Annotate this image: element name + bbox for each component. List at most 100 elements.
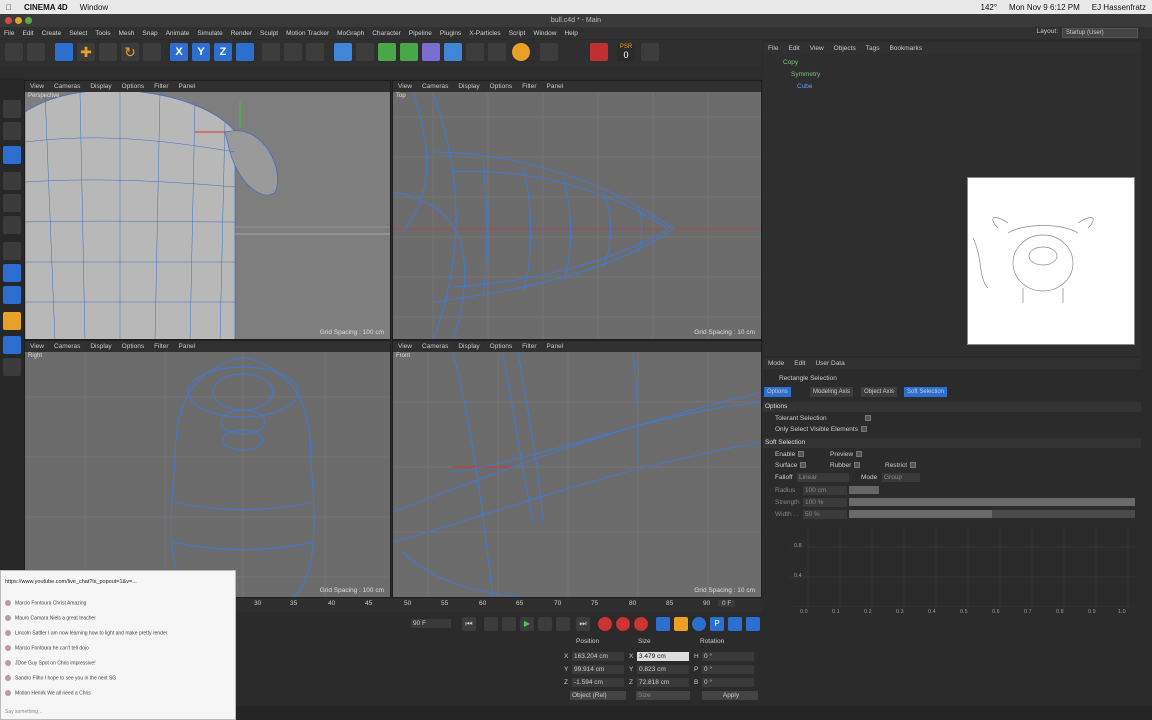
z-axis-lock-button[interactable]: Z — [214, 43, 232, 61]
vp-menu-display[interactable]: Display — [453, 83, 484, 90]
pos-x-field[interactable]: 163.204 cm — [572, 652, 624, 661]
snap-icon[interactable] — [3, 286, 21, 304]
viewport-right[interactable]: View Cameras Display Options Filter Pane… — [24, 340, 391, 598]
layout-select[interactable]: Startup (User) — [1062, 28, 1138, 38]
vp-menu-view[interactable]: View — [393, 343, 417, 350]
cube-icon[interactable] — [334, 43, 352, 61]
menu-mograph[interactable]: MoGraph — [333, 30, 368, 37]
subdivision-icon[interactable] — [378, 43, 396, 61]
vp-menu-display[interactable]: Display — [85, 83, 116, 90]
strength-slider-track[interactable] — [849, 498, 1135, 506]
radius-slider[interactable] — [849, 486, 879, 494]
vp-menu-cameras[interactable]: Cameras — [417, 83, 453, 90]
xparticles-icon[interactable] — [590, 43, 608, 61]
end-frame-field[interactable]: 90 F — [411, 619, 451, 628]
vp-menu-options[interactable]: Options — [117, 83, 149, 90]
workplane-icon[interactable] — [3, 312, 21, 330]
axis-planes-icon[interactable] — [3, 358, 21, 376]
keyframe-selection-icon[interactable] — [634, 617, 648, 631]
enable-checkbox[interactable] — [798, 451, 805, 458]
menu-character[interactable]: Character — [368, 30, 405, 37]
vp-menu-cameras[interactable]: Cameras — [49, 83, 85, 90]
viewport-front[interactable]: View Cameras Display Options Filter Pane… — [392, 340, 762, 598]
rot-h-field[interactable]: 0 ° — [702, 652, 754, 661]
menu-motion-tracker[interactable]: Motion Tracker — [282, 30, 333, 37]
close-window-button[interactable] — [5, 17, 12, 24]
vp-menu-cameras[interactable]: Cameras — [417, 343, 453, 350]
vp-menu-panel[interactable]: Panel — [174, 343, 201, 350]
obj-menu-file[interactable]: File — [763, 45, 783, 52]
surface-checkbox[interactable] — [800, 462, 807, 469]
play-icon[interactable]: ▶ — [520, 617, 534, 631]
deformer-icon[interactable] — [422, 43, 440, 61]
menu-mesh[interactable]: Mesh — [114, 30, 138, 37]
coordinate-system-icon[interactable] — [236, 43, 254, 61]
pos-z-field[interactable]: -1.594 cm — [572, 678, 624, 687]
x-axis-lock-button[interactable]: X — [170, 43, 188, 61]
record-keys-icon[interactable] — [598, 617, 612, 631]
render-view-icon[interactable] — [262, 43, 280, 61]
viewport-perspective[interactable]: View Cameras Display Options Filter Pane… — [24, 80, 391, 340]
render-settings-icon[interactable] — [306, 43, 324, 61]
obj-menu-edit[interactable]: Edit — [783, 45, 804, 52]
pen-spline-icon[interactable] — [356, 43, 374, 61]
visible-only-checkbox[interactable] — [860, 426, 867, 433]
timeline-menu-icon[interactable] — [746, 617, 760, 631]
previous-key-icon[interactable] — [484, 617, 498, 631]
vp-menu-filter[interactable]: Filter — [517, 343, 541, 350]
next-frame-icon[interactable] — [538, 617, 552, 631]
chat-url-bar[interactable]: https://www.youtube.com/live_chat?is_pop… — [5, 579, 137, 585]
vp-menu-options[interactable]: Options — [117, 343, 149, 350]
tab-options[interactable]: Options — [764, 387, 791, 397]
render-picture-viewer-icon[interactable] — [284, 43, 302, 61]
menu-edit[interactable]: Edit — [18, 30, 37, 37]
rubber-checkbox[interactable] — [854, 462, 861, 469]
size-mode-select[interactable]: Size — [636, 691, 690, 700]
timer-icon[interactable] — [641, 43, 659, 61]
undo-icon[interactable] — [5, 43, 23, 61]
recent-tools-icon[interactable] — [143, 43, 161, 61]
tab-modeling-axis[interactable]: Modeling Axis — [810, 387, 854, 397]
object-row-copy[interactable]: Copy — [783, 57, 798, 68]
key-parameter-icon[interactable]: P — [710, 617, 724, 631]
tolerant-selection-checkbox[interactable] — [864, 415, 871, 422]
plugin-s-icon[interactable] — [512, 43, 530, 61]
vp-menu-options[interactable]: Options — [485, 83, 517, 90]
vp-menu-cameras[interactable]: Cameras — [49, 343, 85, 350]
camera-icon[interactable] — [466, 43, 484, 61]
light-icon[interactable] — [488, 43, 506, 61]
width-field[interactable]: 50 % — [803, 510, 847, 519]
model-mode-icon[interactable] — [3, 122, 21, 140]
menu-file[interactable]: File — [0, 30, 18, 37]
previous-frame-icon[interactable] — [502, 617, 516, 631]
minimize-window-button[interactable] — [15, 17, 22, 24]
axis-mode-icon[interactable] — [3, 242, 21, 260]
obj-menu-tags[interactable]: Tags — [861, 45, 885, 52]
menu-create[interactable]: Create — [38, 30, 66, 37]
object-row-symmetry[interactable]: Symmetry — [791, 69, 820, 80]
attr-menu-user-data[interactable]: User Data — [810, 360, 849, 367]
menu-window[interactable]: Window — [529, 30, 560, 37]
menu-simulate[interactable]: Simulate — [193, 30, 226, 37]
vp-menu-panel[interactable]: Panel — [174, 83, 201, 90]
menu-animate[interactable]: Animate — [162, 30, 194, 37]
go-to-start-icon[interactable]: ⏮ — [462, 617, 476, 631]
vp-menu-panel[interactable]: Panel — [542, 83, 569, 90]
go-to-end-icon[interactable]: ⏭ — [576, 617, 590, 631]
attr-menu-edit[interactable]: Edit — [789, 360, 810, 367]
strength-field[interactable]: 100 % — [803, 498, 847, 507]
window-menu[interactable]: Window — [80, 3, 108, 12]
size-z-field[interactable]: 72.818 cm — [637, 678, 689, 687]
radius-field[interactable]: 100 cm — [803, 486, 847, 495]
mode-select[interactable]: Group — [882, 473, 920, 482]
menu-select[interactable]: Select — [65, 30, 91, 37]
obj-menu-bookmarks[interactable]: Bookmarks — [884, 45, 927, 52]
cloner-icon[interactable] — [400, 43, 418, 61]
tweak-mode-icon[interactable] — [3, 264, 21, 282]
coordinate-mode-select[interactable]: Object (Rel) — [570, 691, 626, 700]
vp-menu-filter[interactable]: Filter — [517, 83, 541, 90]
vp-menu-filter[interactable]: Filter — [149, 343, 173, 350]
move-icon[interactable]: ✚ — [77, 43, 95, 61]
locked-workplane-icon[interactable] — [3, 336, 21, 354]
pos-y-field[interactable]: 99.914 cm — [572, 665, 624, 674]
